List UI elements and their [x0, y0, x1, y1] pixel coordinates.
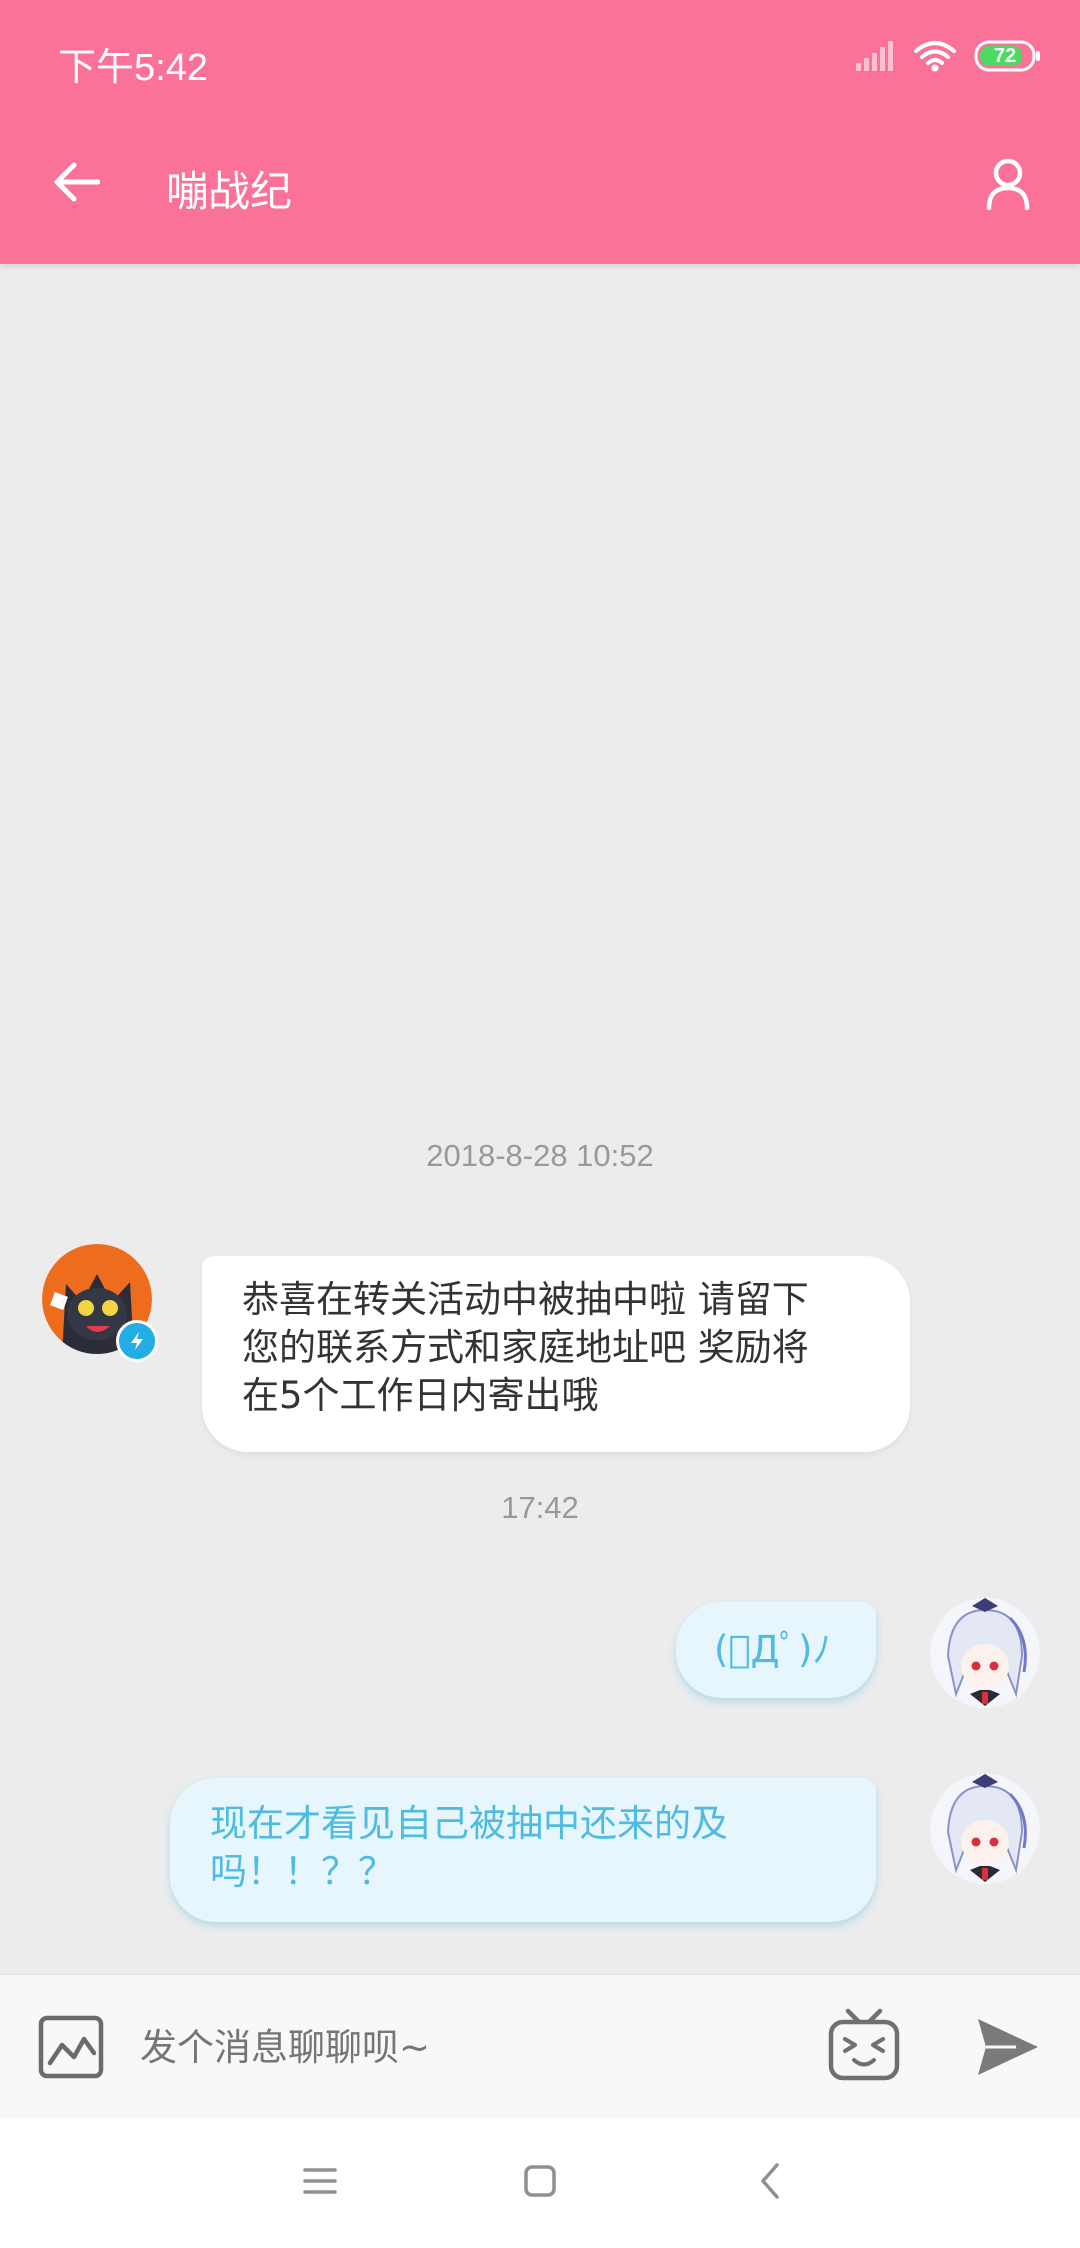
nav-home-button[interactable]: [513, 2156, 567, 2210]
emoji-button[interactable]: [828, 2007, 900, 2083]
wifi-icon: [914, 40, 956, 72]
chat-area[interactable]: 2018-8-28 10:52 恭喜在转关活动中被抽中啦 请留下 您的联系方式和…: [0, 264, 1080, 1974]
battery-level: 72: [993, 44, 1017, 67]
system-nav-bar: [0, 2118, 1080, 2248]
sent-message-bubble[interactable]: 现在才看见自己被抽中还来的及 吗！！？？: [170, 1778, 876, 1922]
chevron-left-icon: [758, 2162, 782, 2204]
message-input[interactable]: [140, 2011, 780, 2083]
send-icon: [976, 2019, 1040, 2081]
message-timestamp: 2018-8-28 10:52: [426, 1138, 654, 1173]
user-avatar[interactable]: [930, 1598, 1040, 1708]
user-icon: [986, 158, 1030, 214]
received-message-bubble[interactable]: 恭喜在转关活动中被抽中啦 请留下 您的联系方式和家庭地址吧 奖励将 在5个工作日…: [202, 1256, 910, 1452]
bilibili-tv-emoji-icon: [828, 2008, 900, 2087]
nav-back-button[interactable]: [743, 2156, 797, 2210]
profile-button[interactable]: [976, 154, 1040, 218]
message-text-line: 现在才看见自己被抽中还来的及: [210, 1802, 728, 1845]
arrow-left-icon: [52, 161, 101, 207]
app-header: 下午5:42 72 嘣战纪: [0, 0, 1080, 264]
send-button[interactable]: [976, 2017, 1040, 2077]
message-text: (ﾟДﾟ)ﾉ: [714, 1628, 831, 1671]
message-text-line: 您的联系方式和家庭地址吧 奖励将: [242, 1326, 809, 1369]
menu-icon: [303, 2166, 337, 2200]
image-icon: [38, 2015, 104, 2083]
back-button[interactable]: [44, 152, 108, 216]
page-title: 嘣战纪: [166, 167, 293, 216]
message-timestamp: 17:42: [501, 1490, 579, 1525]
nav-menu-button[interactable]: [293, 2156, 347, 2210]
status-icons: 72: [856, 40, 1042, 72]
status-time: 下午5:42: [58, 47, 208, 89]
home-square-icon: [523, 2164, 557, 2202]
user-avatar[interactable]: [930, 1774, 1040, 1884]
message-text-line: 吗！！？？: [210, 1850, 395, 1893]
signal-icon: [856, 41, 896, 71]
input-bar: [0, 1974, 1080, 2118]
message-text-line: 在5个工作日内寄出哦: [242, 1374, 599, 1417]
verified-badge-icon: [116, 1320, 158, 1362]
image-button[interactable]: [38, 2015, 104, 2079]
sent-message-bubble[interactable]: (ﾟДﾟ)ﾉ: [676, 1602, 876, 1698]
battery-icon: 72: [974, 40, 1042, 72]
message-text-line: 恭喜在转关活动中被抽中啦 请留下: [242, 1278, 809, 1321]
